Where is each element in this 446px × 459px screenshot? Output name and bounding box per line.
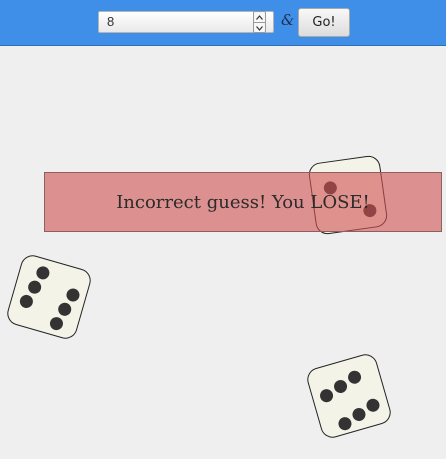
result-message: Incorrect guess! You LOSE! (116, 191, 370, 213)
result-banner: Incorrect guess! You LOSE! (44, 172, 442, 232)
die-pip (317, 387, 334, 404)
die-pip (48, 314, 65, 332)
die-pip (26, 278, 43, 295)
die-pip (364, 396, 381, 413)
die-pip (34, 264, 51, 281)
die-pip (336, 415, 353, 432)
die-2 (4, 252, 94, 342)
die-pip (350, 406, 367, 423)
guess-spinner[interactable] (253, 11, 266, 33)
spin-down-icon[interactable] (254, 22, 265, 33)
spin-up-icon[interactable] (254, 12, 265, 22)
die-pip (18, 292, 35, 309)
die-pip (331, 378, 348, 395)
die-pip (64, 286, 81, 303)
top-bar: 8 & Go! (0, 0, 446, 46)
go-button[interactable]: Go! (298, 8, 350, 37)
die-pip (345, 368, 362, 385)
separator-label: & (281, 11, 295, 29)
guess-number-input[interactable]: 8 (98, 11, 274, 33)
die-3 (304, 351, 394, 441)
die-pip (56, 300, 73, 317)
